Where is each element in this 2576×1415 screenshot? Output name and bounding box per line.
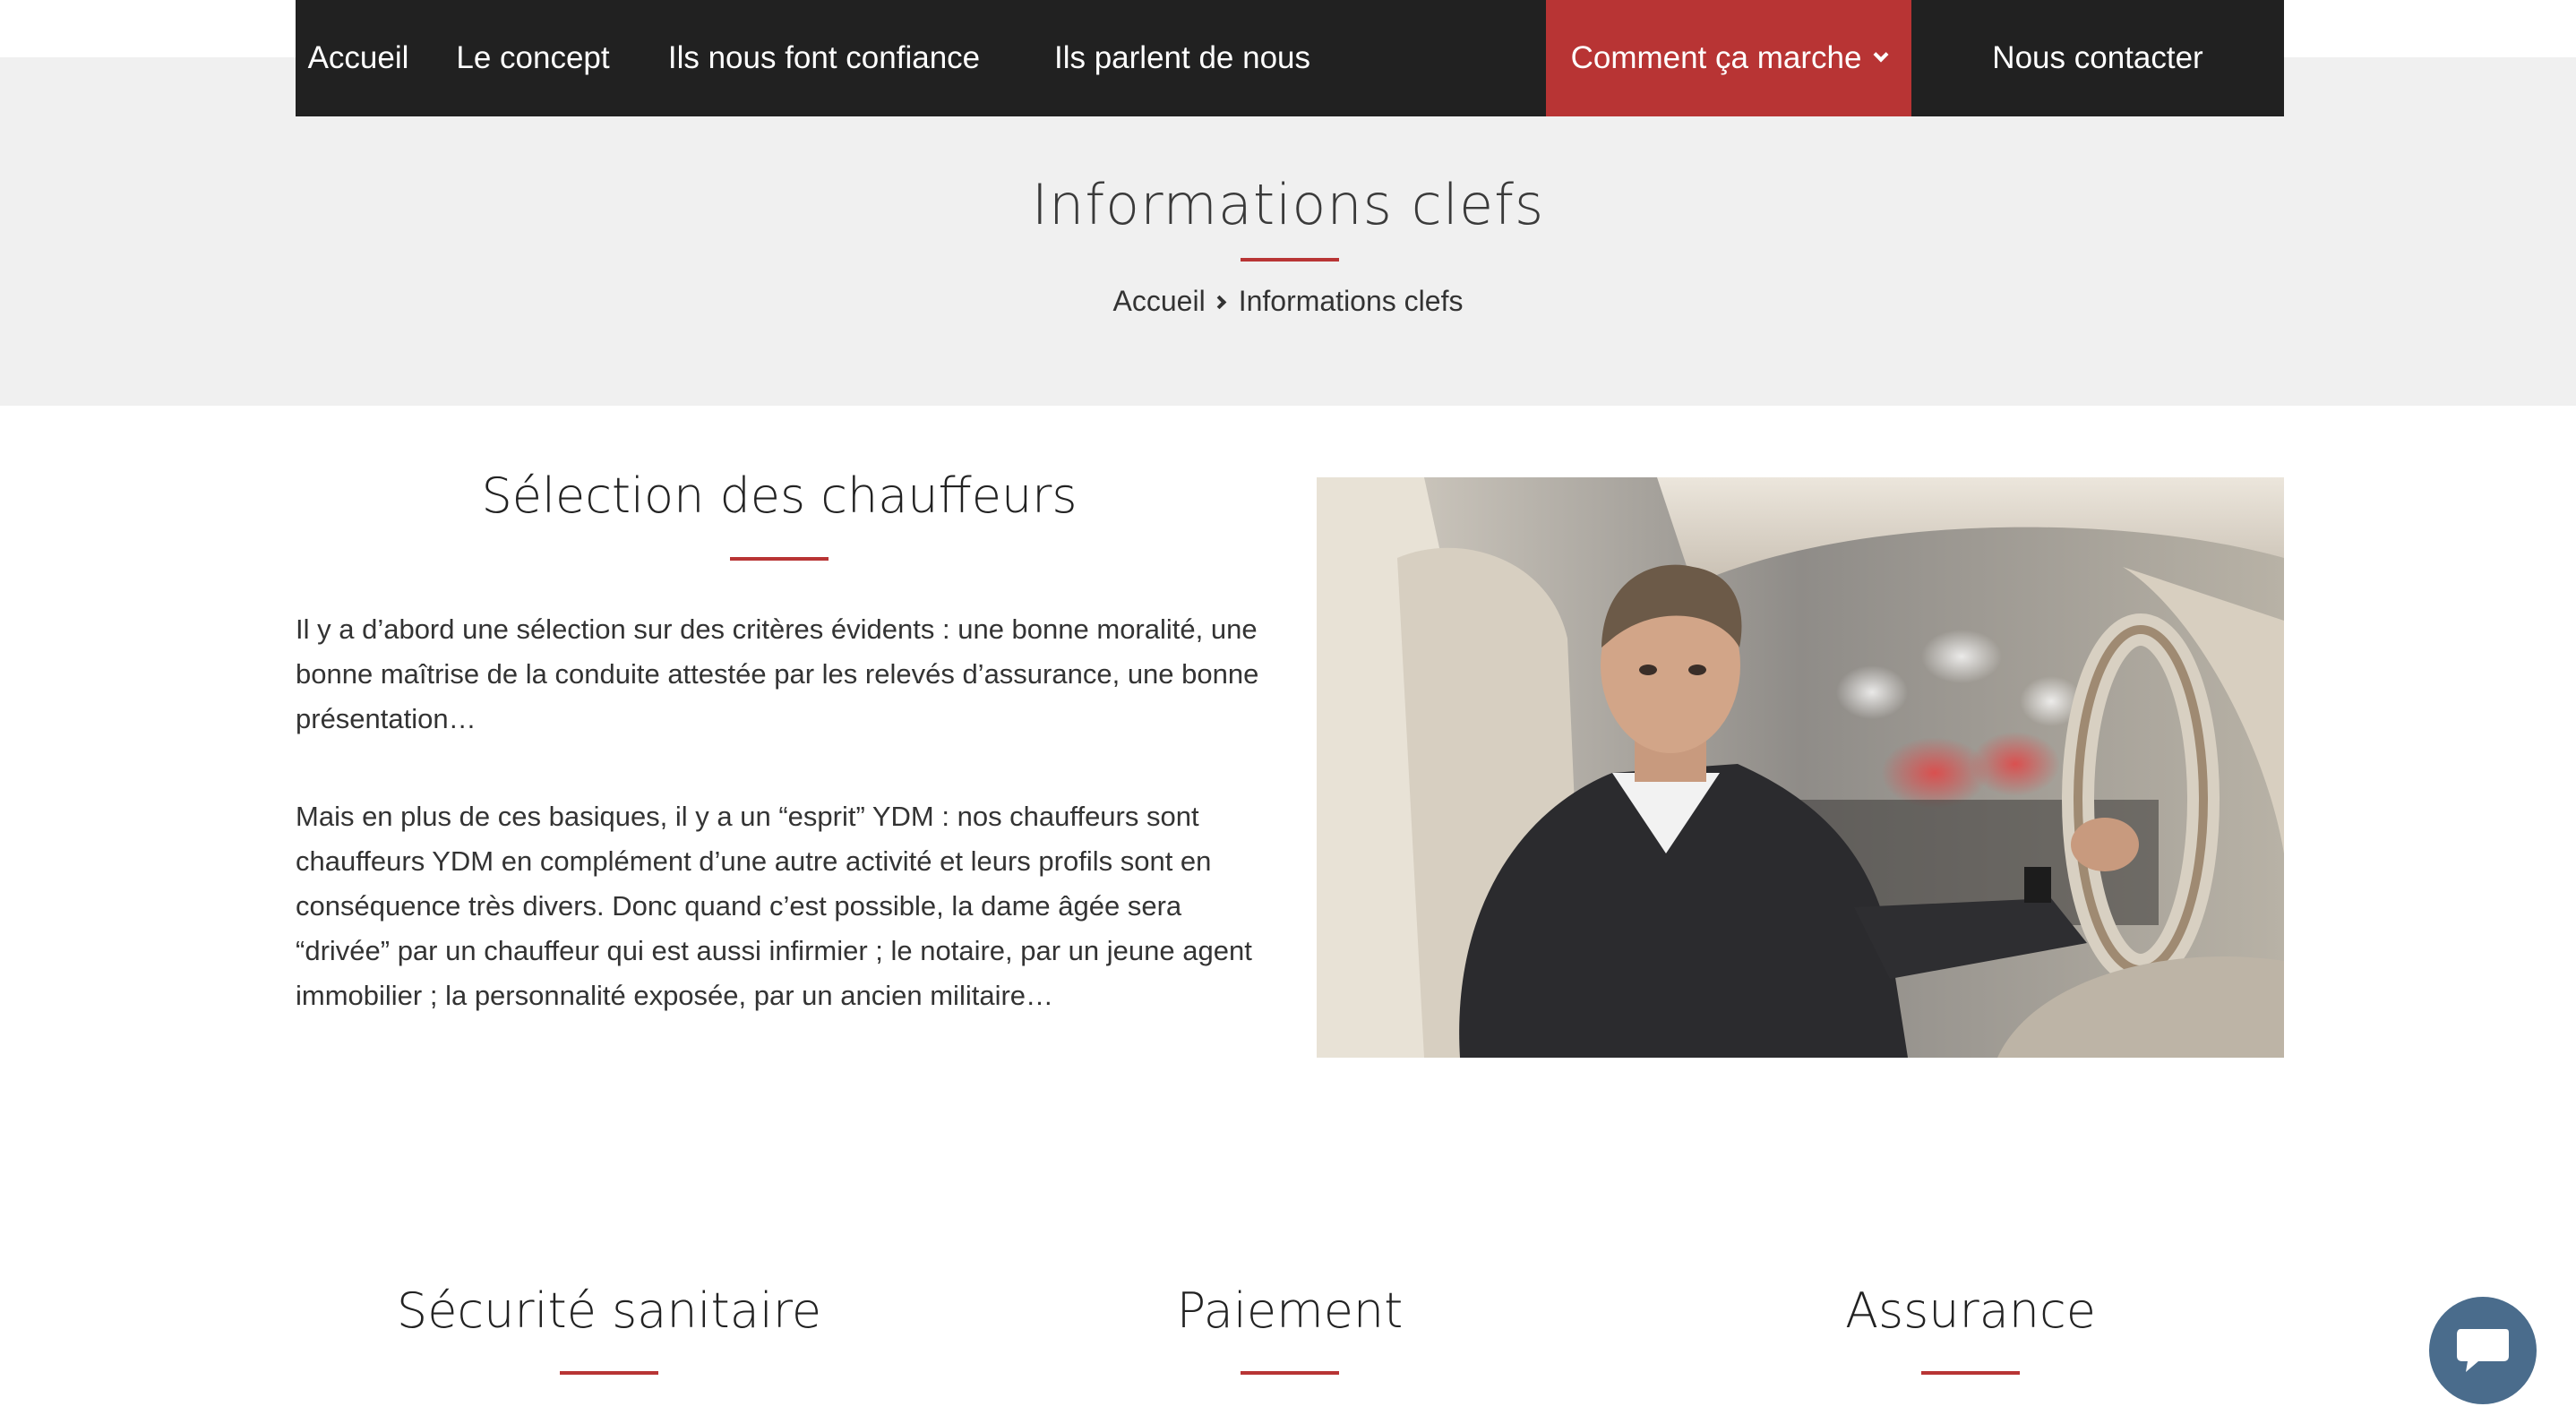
- feature-title-assurance: Assurance: [1845, 1282, 2096, 1339]
- feature-underline: [1241, 1371, 1339, 1375]
- title-underline: [1241, 258, 1339, 262]
- nav-item-le-concept[interactable]: Le concept: [421, 0, 645, 116]
- nav-item-label: Comment ça marche: [1570, 40, 1862, 75]
- chauffeur-photo: [1317, 477, 2284, 1058]
- nav-item-label: Nous contacter: [1992, 40, 2203, 75]
- nav-item-nous-contacter[interactable]: Nous contacter: [1911, 0, 2284, 116]
- feature-title-securite-sanitaire: Sécurité sanitaire: [396, 1282, 822, 1339]
- nav-item-ils-nous-font-confiance[interactable]: Ils nous font confiance: [645, 0, 1003, 116]
- selection-paragraph: Mais en plus de ces basiques, il y a un …: [296, 801, 1252, 1011]
- nav-item-comment-ca-marche[interactable]: Comment ça marche: [1546, 0, 1911, 116]
- nav-item-label: Ils nous font confiance: [667, 40, 981, 75]
- chat-button[interactable]: [2429, 1297, 2537, 1404]
- feature-underline: [560, 1371, 658, 1375]
- selection-paragraph: Il y a d’abord une sélection sur des cri…: [296, 613, 1259, 734]
- nav-item-label: Le concept: [456, 40, 610, 75]
- chevron-down-icon: [1873, 47, 1889, 63]
- section-title-selection: Sélection des chauffeurs: [481, 467, 1078, 524]
- page-title: Informations clefs: [1031, 172, 1545, 237]
- nav-item-accueil[interactable]: Accueil: [296, 0, 421, 116]
- main-navigation: Accueil Le concept Ils nous font confian…: [296, 0, 2284, 116]
- breadcrumb-current: Informations clefs: [1238, 285, 1464, 317]
- feature-underline: [1921, 1371, 2020, 1375]
- nav-item-ils-parlent-de-nous[interactable]: Ils parlent de nous: [1003, 0, 1361, 116]
- nav-item-label: Ils parlent de nous: [1053, 40, 1310, 75]
- breadcrumb: Accueil Informations clefs: [0, 285, 2576, 318]
- chevron-right-icon: [1212, 295, 1226, 310]
- chat-bubble-icon: [2457, 1329, 2509, 1372]
- nav-item-label: Accueil: [307, 40, 409, 75]
- section-underline: [730, 557, 829, 561]
- breadcrumb-link-accueil[interactable]: Accueil: [1113, 285, 1206, 317]
- feature-title-paiement: Paiement: [1176, 1282, 1404, 1339]
